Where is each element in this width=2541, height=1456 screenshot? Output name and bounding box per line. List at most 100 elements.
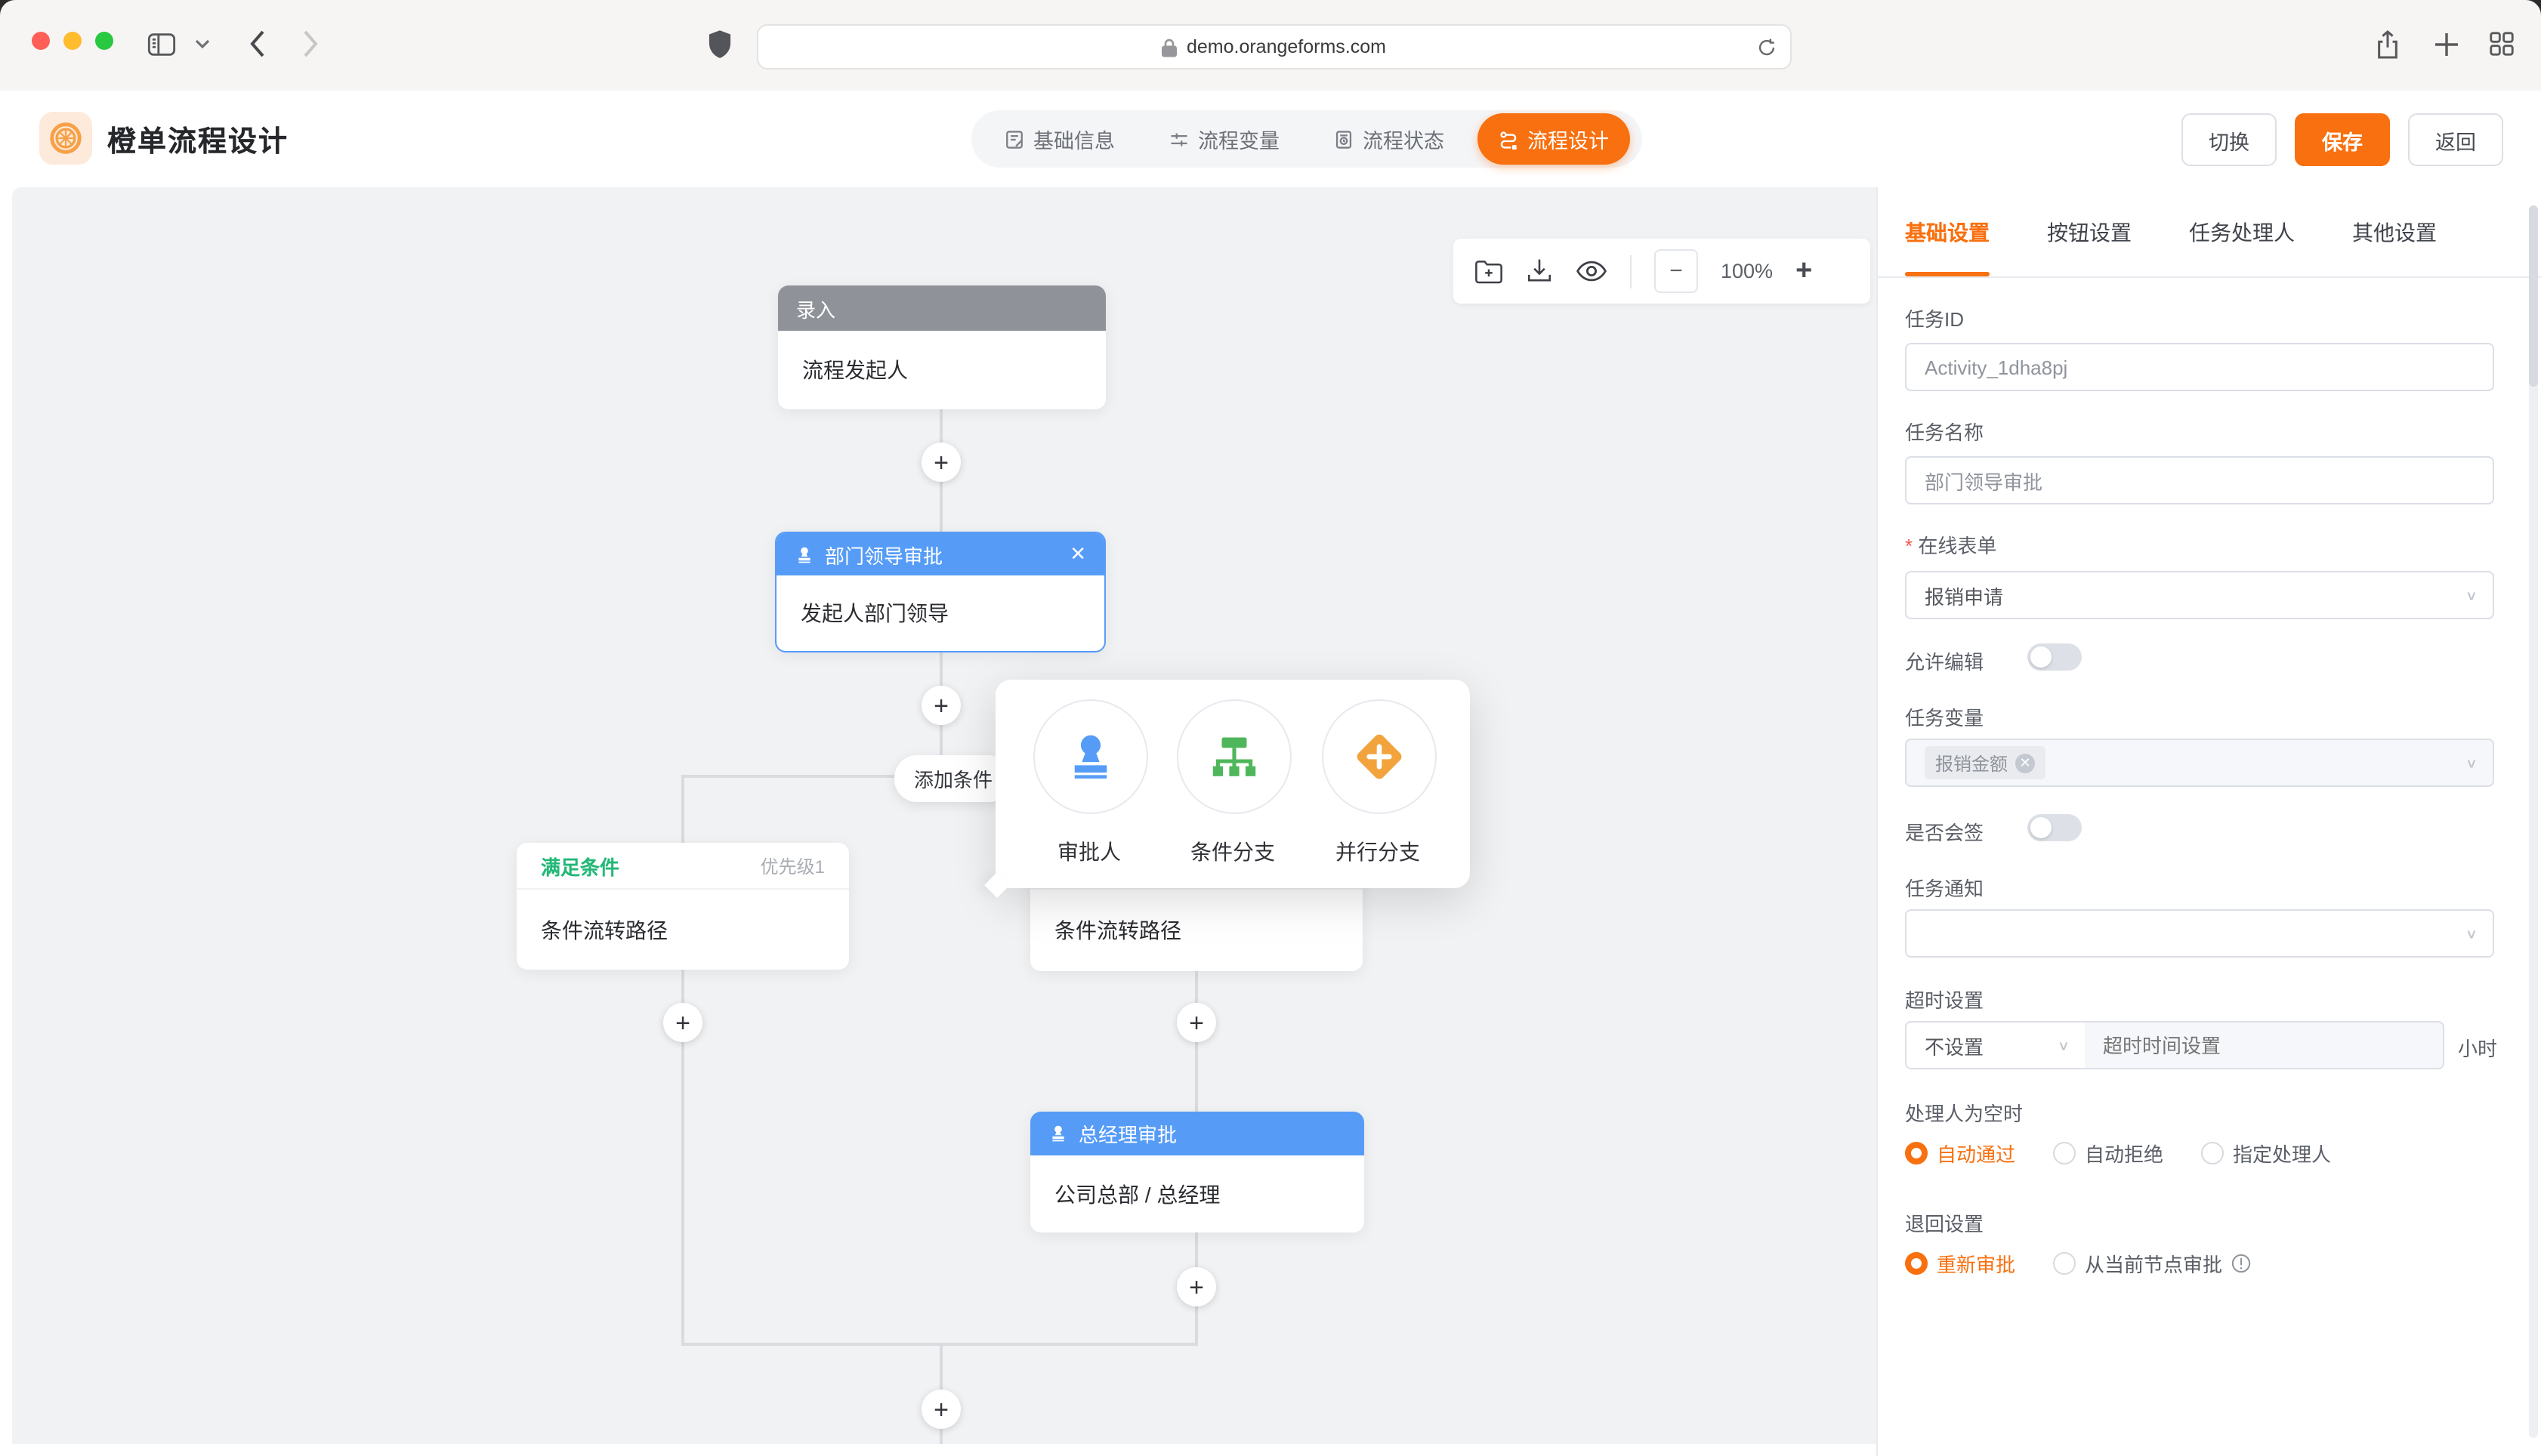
back-button[interactable]: 返回 xyxy=(2408,113,2503,166)
radio-dot xyxy=(1905,1252,1928,1275)
dept-approval-node-header: 部门领导审批 ✕ xyxy=(777,533,1104,575)
share-icon[interactable] xyxy=(2367,24,2407,63)
tab-process-variables[interactable]: 流程变量 xyxy=(1148,115,1301,163)
start-node[interactable]: 录入 流程发起人 xyxy=(778,285,1106,409)
popup-item-label: 并行分支 xyxy=(1310,837,1446,867)
preview-eye-icon[interactable] xyxy=(1576,260,1607,282)
add-approver-button[interactable] xyxy=(1033,699,1148,814)
add-node-button[interactable]: + xyxy=(1177,1267,1216,1306)
radio-assign-handler[interactable]: 指定处理人 xyxy=(2201,1139,2331,1168)
task-variable-label: 任务变量 xyxy=(1905,702,1984,731)
tab-other-settings[interactable]: 其他设置 xyxy=(2352,217,2437,248)
tab-button-settings[interactable]: 按钮设置 xyxy=(2047,217,2132,248)
header-actions: 切换 保存 返回 xyxy=(2181,113,2503,166)
condition-node-left[interactable]: 满足条件 优先级1 条件流转路径 xyxy=(517,843,849,970)
node-type-popup: 审批人 条件分支 并行分支 xyxy=(996,680,1470,888)
add-node-button[interactable]: + xyxy=(922,686,961,725)
condition-node-right-body: 条件流转路径 xyxy=(1030,890,1363,971)
task-id-input[interactable] xyxy=(1905,343,2494,391)
chevron-down-icon: ∨ xyxy=(2058,1038,2070,1053)
task-variable-select[interactable]: 报销金额 ✕ ∨ xyxy=(1905,739,2494,787)
tab-process-status[interactable]: 流程状态 xyxy=(1313,115,1465,163)
flow-canvas[interactable]: 录入 流程发起人 + 部门领导审批 ✕ 发起人部门领导 + 添加条件 满足条件 xyxy=(12,187,1876,1444)
flow-route-icon xyxy=(1499,129,1518,149)
condition-node-left-header: 满足条件 优先级1 xyxy=(517,843,849,890)
dept-approval-node[interactable]: 部门领导审批 ✕ 发起人部门领导 xyxy=(775,532,1106,652)
zoom-level: 100% xyxy=(1721,260,1773,282)
forward-icon[interactable] xyxy=(290,24,329,63)
lock-icon xyxy=(1162,37,1178,57)
online-form-select[interactable]: 报销申请 ∨ xyxy=(1905,571,2494,619)
condition-node-left-body: 条件流转路径 xyxy=(517,890,849,970)
task-notify-select[interactable]: ∨ xyxy=(1905,909,2494,958)
sidebar-chevron-icon[interactable] xyxy=(190,24,215,63)
settings-panel: 基础设置 按钮设置 任务处理人 其他设置 任务ID 任务名称 * 在线表单 报销… xyxy=(1876,187,2541,1456)
zoom-in-button[interactable]: + xyxy=(1795,254,1812,288)
tab-overview-icon[interactable] xyxy=(2482,24,2521,63)
info-icon xyxy=(2231,1254,2251,1273)
radio-auto-approve[interactable]: 自动通过 xyxy=(1905,1139,2015,1168)
back-icon[interactable] xyxy=(237,24,276,63)
minimize-window-button[interactable] xyxy=(63,32,82,50)
timeout-value-input[interactable] xyxy=(2085,1021,2444,1069)
add-node-button[interactable]: + xyxy=(922,1390,961,1429)
allow-edit-label: 允许编辑 xyxy=(1905,646,1984,675)
condition-branch-icon xyxy=(1207,730,1261,784)
radio-dot xyxy=(2053,1252,2076,1275)
sidebar-toggle-icon[interactable] xyxy=(142,24,181,63)
panel-scrollbar[interactable] xyxy=(2529,205,2538,1438)
add-parallel-branch-button[interactable] xyxy=(1322,699,1437,814)
browser-window: demo.orangeforms.com xyxy=(0,0,2541,1456)
reload-icon[interactable] xyxy=(1757,37,1777,57)
countersign-toggle[interactable] xyxy=(2027,814,2082,841)
timeout-mode-select[interactable]: 不设置 ∨ xyxy=(1905,1021,2086,1069)
popup-item-label: 条件分支 xyxy=(1165,837,1301,867)
condition-met-label: 满足条件 xyxy=(541,851,619,880)
radio-reapprove[interactable]: 重新审批 xyxy=(1905,1249,2015,1278)
add-node-button[interactable]: + xyxy=(1177,1003,1216,1042)
sliders-icon xyxy=(1169,129,1189,149)
gm-approval-node[interactable]: 总经理审批 公司总部 / 总经理 xyxy=(1030,1112,1364,1232)
tab-task-assignee[interactable]: 任务处理人 xyxy=(2189,217,2295,248)
radio-dot xyxy=(1905,1142,1928,1164)
timeout-label: 超时设置 xyxy=(1905,985,1984,1013)
task-name-input[interactable] xyxy=(1905,456,2494,504)
tab-process-design[interactable]: 流程设计 xyxy=(1477,113,1630,165)
dept-approval-node-body: 发起人部门领导 xyxy=(777,575,1104,651)
popup-item-label: 审批人 xyxy=(1021,837,1157,867)
document-status-icon xyxy=(1334,129,1354,149)
page-title: 橙单流程设计 xyxy=(107,119,289,160)
reject-setting-label: 退回设置 xyxy=(1905,1208,1984,1237)
add-node-button[interactable]: + xyxy=(922,443,961,482)
radio-auto-reject[interactable]: 自动拒绝 xyxy=(2053,1139,2163,1168)
add-condition-label[interactable]: 添加条件 xyxy=(894,755,1012,802)
task-notify-label: 任务通知 xyxy=(1905,873,1984,902)
app-logo xyxy=(39,112,92,165)
switch-button[interactable]: 切换 xyxy=(2181,113,2277,166)
remove-tag-icon[interactable]: ✕ xyxy=(2015,753,2035,773)
priority-label: 优先级1 xyxy=(761,853,825,878)
allow-edit-toggle[interactable] xyxy=(2027,643,2082,671)
tab-basic-settings[interactable]: 基础设置 xyxy=(1905,217,1990,248)
import-folder-icon[interactable] xyxy=(1474,258,1503,284)
add-condition-branch-button[interactable] xyxy=(1177,699,1292,814)
zoom-out-button[interactable]: − xyxy=(1654,249,1698,293)
parallel-branch-icon xyxy=(1351,728,1408,785)
download-icon[interactable] xyxy=(1526,258,1553,284)
add-node-button[interactable]: + xyxy=(663,1003,702,1042)
tab-basic-info[interactable]: 基础信息 xyxy=(983,115,1136,163)
close-window-button[interactable] xyxy=(32,32,50,50)
chevron-down-icon: ∨ xyxy=(2465,755,2478,771)
radio-from-current-node[interactable]: 从当前节点审批 xyxy=(2053,1249,2251,1278)
browser-toolbar: demo.orangeforms.com xyxy=(0,0,2541,92)
new-tab-icon[interactable] xyxy=(2426,24,2465,63)
countersign-label: 是否会签 xyxy=(1905,817,1984,846)
desktop: demo.orangeforms.com xyxy=(0,0,2541,1456)
save-button[interactable]: 保存 xyxy=(2295,113,2390,166)
chevron-down-icon: ∨ xyxy=(2465,926,2478,942)
address-bar[interactable]: demo.orangeforms.com xyxy=(757,24,1792,69)
close-icon[interactable]: ✕ xyxy=(1070,542,1086,566)
fullscreen-window-button[interactable] xyxy=(95,32,113,50)
url-text: demo.orangeforms.com xyxy=(1187,36,1386,57)
shield-icon[interactable] xyxy=(699,24,739,63)
